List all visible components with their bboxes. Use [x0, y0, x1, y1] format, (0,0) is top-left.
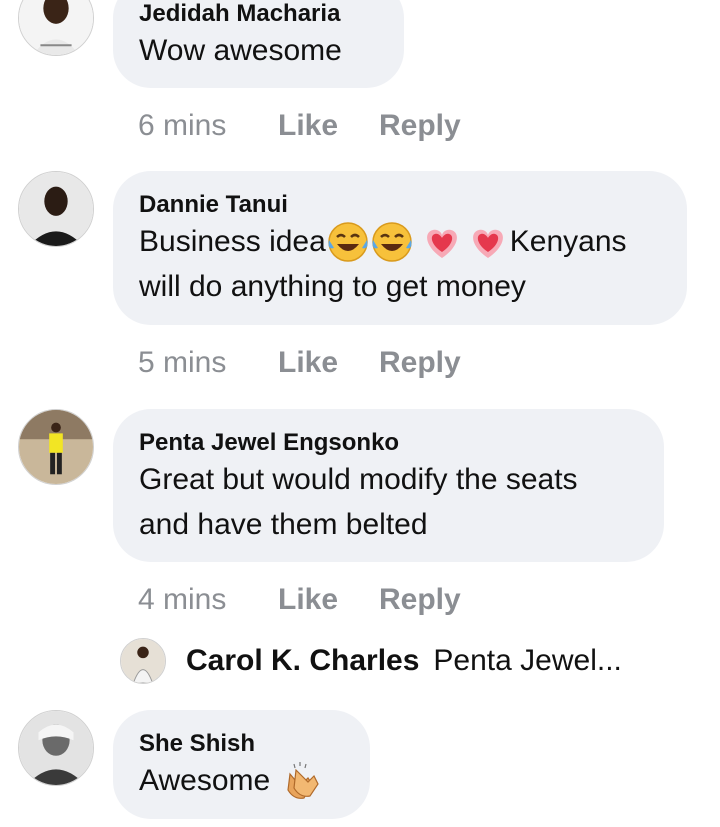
comment-timestamp[interactable]: 5 mins [138, 345, 278, 381]
comment-author[interactable]: Dannie Tanui [139, 191, 661, 219]
comment-text-before: Business idea [139, 225, 326, 258]
reply-author[interactable]: Carol K. Charles [186, 644, 419, 678]
reply-button[interactable]: Reply [379, 345, 461, 381]
clapping-hands-emoji [287, 761, 319, 799]
comment-actions: 4 mins Like Reply [138, 582, 461, 618]
comment-text-line2: will do anything to get money [139, 270, 526, 303]
avatar[interactable] [18, 409, 94, 485]
like-button[interactable]: Like [278, 582, 379, 618]
reply-avatar[interactable] [120, 638, 166, 684]
comment-text-line1: Business idea Kenyans [139, 219, 661, 264]
comment-bubble: Dannie Tanui Business idea Kenyans will … [113, 171, 687, 325]
reply-preview[interactable]: Carol K. Charles Penta Jewel... [120, 636, 622, 686]
comment-bubble: Jedidah Macharia Wow awesome [113, 0, 404, 88]
like-button[interactable]: Like [278, 345, 379, 381]
tears-of-joy-emoji [328, 221, 368, 262]
reply-snippet[interactable]: Penta Jewel... [433, 644, 621, 678]
comment-text-after: Kenyans [509, 225, 627, 258]
tears-of-joy-emoji [372, 221, 412, 262]
reply-button[interactable]: Reply [379, 108, 461, 144]
avatar[interactable] [18, 0, 94, 56]
sparkling-heart-emoji [472, 229, 503, 258]
comment-timestamp[interactable]: 6 mins [138, 108, 278, 144]
comment-author[interactable]: Jedidah Macharia [139, 0, 378, 28]
reply-button[interactable]: Reply [379, 582, 461, 618]
comment-text: Awesome [139, 764, 271, 797]
like-button[interactable]: Like [278, 108, 379, 144]
comment-text: Great but would modify the seats and hav… [139, 463, 578, 541]
comment-timestamp[interactable]: 4 mins [138, 582, 278, 618]
comment-actions: 6 mins Like Reply [138, 108, 461, 144]
avatar[interactable] [18, 710, 94, 786]
comment-bubble: She Shish Awesome [113, 710, 370, 819]
comment-author[interactable]: She Shish [139, 730, 344, 758]
comment-text: Wow awesome [139, 34, 342, 67]
avatar[interactable] [18, 171, 94, 247]
comment-bubble: Penta Jewel Engsonko Great but would mod… [113, 409, 664, 562]
sparkling-heart-emoji [426, 229, 457, 258]
comment-actions: 5 mins Like Reply [138, 345, 461, 381]
comment-author[interactable]: Penta Jewel Engsonko [139, 429, 638, 457]
comment-text-row: Awesome [139, 758, 344, 803]
